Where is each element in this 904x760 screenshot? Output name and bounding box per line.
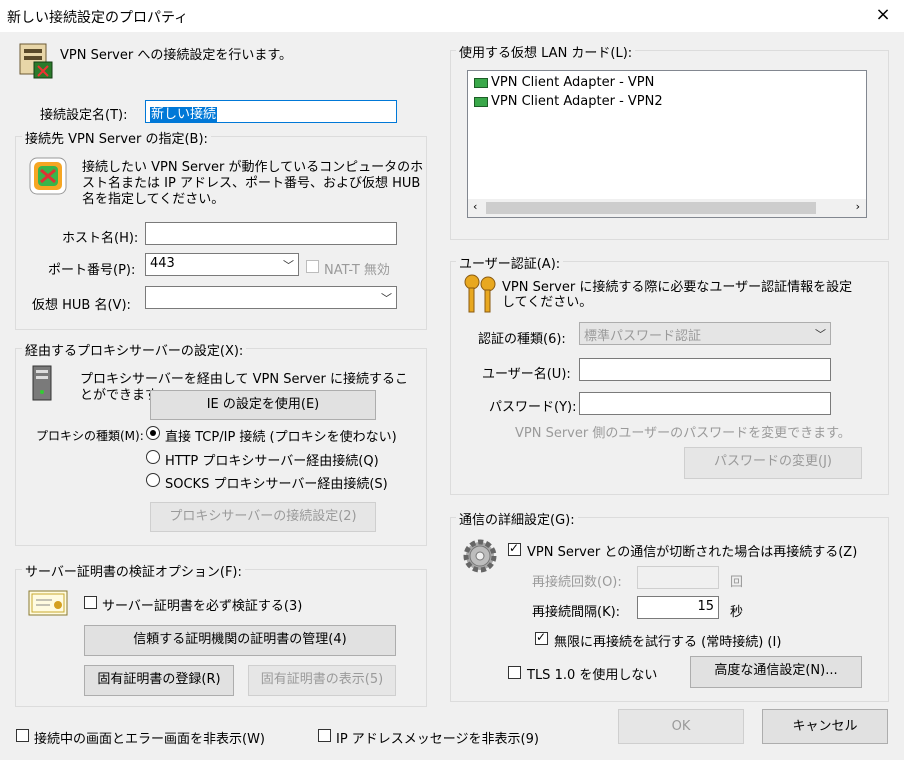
tls10-label: TLS 1.0 を使用しない — [527, 668, 658, 683]
certificate-icon — [28, 590, 68, 616]
chevron-down-icon: ﹀ — [283, 259, 294, 272]
connection-icon — [29, 157, 67, 195]
infinite-reconnect-label: 無限に再接続を試行する (常時接続) (I) — [554, 635, 782, 650]
header-text: VPN Server への接続設定を行います。 — [60, 48, 293, 63]
password-label: パスワード(Y): — [489, 400, 577, 415]
host-label: ホスト名(H): — [62, 231, 139, 246]
username-input[interactable] — [579, 358, 831, 381]
reconnect-interval-input[interactable]: 15 — [637, 596, 719, 619]
reconnect-interval-unit: 秒 — [730, 605, 744, 620]
scroll-left-icon[interactable]: ‹ — [473, 200, 477, 213]
proxy-direct-label: 直接 TCP/IP 接続 (プロキシを使わない) — [165, 430, 397, 445]
close-icon[interactable]: × — [872, 4, 894, 26]
proxy-type-label: プロキシの種類(M): — [36, 429, 144, 443]
server-group-title: 接続先 VPN Server の指定(B): — [22, 128, 211, 147]
lan-item[interactable]: VPN Client Adapter - VPN — [474, 75, 654, 90]
lan-group-title: 使用する仮想 LAN カード(L): — [456, 42, 636, 61]
cert-group-title: サーバー証明書の検証オプション(F): — [22, 561, 245, 580]
reconnect-count-label: 再接続回数(O): — [532, 575, 622, 590]
ok-button[interactable]: OK — [618, 709, 744, 744]
show-cert-button[interactable]: 固有証明書の表示(5) — [248, 665, 396, 696]
lan-item[interactable]: VPN Client Adapter - VPN2 — [474, 94, 663, 109]
natt-label: NAT-T 無効 — [324, 263, 390, 278]
auth-type-label: 認証の種類(6): — [478, 332, 566, 347]
proxy-group-title: 経由するプロキシサーバーの設定(X): — [22, 340, 247, 359]
verify-cert-checkbox[interactable] — [84, 596, 97, 609]
title-bar: 新しい接続設定のプロパティ × — [0, 0, 904, 32]
auth-group-title: ユーザー認証(A): — [456, 253, 564, 272]
lan-list[interactable]: VPN Client Adapter - VPN VPN Client Adap… — [467, 70, 867, 218]
verify-cert-label: サーバー証明書を必ず検証する(3) — [102, 599, 303, 614]
hide-ip-label: IP アドレスメッセージを非表示(9) — [336, 732, 539, 747]
chevron-down-icon: ﹀ — [381, 292, 392, 305]
host-input[interactable] — [145, 222, 397, 245]
advanced-settings-button[interactable]: 高度な通信設定(N)... — [690, 656, 862, 688]
reconnect-interval-label: 再接続間隔(K): — [532, 605, 621, 620]
hide-ip-checkbox[interactable] — [318, 729, 331, 742]
proxy-http-label: HTTP プロキシサーバー経由接続(Q) — [165, 454, 379, 469]
proxy-desc-2: とができます — [80, 388, 159, 403]
reconnect-label: VPN Server との通信が切断された場合は再接続する(Z) — [527, 545, 858, 560]
gear-icon — [463, 539, 497, 573]
port-label: ポート番号(P): — [48, 263, 136, 278]
reconnect-count-unit: 回 — [730, 575, 744, 590]
hub-select[interactable]: ﹀ — [145, 286, 397, 309]
scroll-thumb[interactable] — [486, 202, 816, 214]
port-select[interactable]: 443 ﹀ — [145, 253, 299, 276]
manage-ca-button[interactable]: 信頼する証明機関の証明書の管理(4) — [84, 625, 396, 656]
change-password-button[interactable]: パスワードの変更(J) — [684, 447, 862, 479]
proxy-http-radio[interactable] — [146, 450, 160, 464]
window-title: 新しい接続設定のプロパティ — [7, 10, 189, 26]
password-note: VPN Server 側のユーザーのパスワードを変更できます。 — [515, 426, 851, 441]
chevron-down-icon: ﹀ — [815, 328, 826, 341]
tls10-checkbox[interactable] — [508, 666, 521, 679]
natt-checkbox[interactable] — [306, 260, 319, 273]
cancel-button[interactable]: キャンセル — [762, 709, 888, 744]
server-desc-3: 名を指定してください。 — [82, 192, 225, 207]
advanced-group-title: 通信の詳細設定(G): — [456, 509, 578, 528]
server-monitor-icon — [19, 43, 53, 79]
hide-screen-label: 接続中の画面とエラー画面を非表示(W) — [34, 732, 265, 747]
reconnect-checkbox[interactable] — [508, 541, 521, 556]
proxy-socks-label: SOCKS プロキシサーバー経由接続(S) — [165, 477, 388, 492]
register-cert-button[interactable]: 固有証明書の登録(R) — [84, 665, 234, 696]
infinite-reconnect-checkbox[interactable] — [535, 630, 548, 645]
computer-tower-icon — [32, 365, 52, 401]
horizontal-scrollbar[interactable]: ‹ › — [468, 199, 866, 217]
hub-label: 仮想 HUB 名(V): — [32, 298, 131, 313]
network-adapter-icon — [474, 96, 488, 107]
hide-screen-checkbox[interactable] — [16, 729, 29, 742]
proxy-direct-radio[interactable] — [146, 426, 160, 440]
proxy-socks-radio[interactable] — [146, 473, 160, 487]
proxy-settings-button[interactable]: プロキシサーバーの接続設定(2) — [150, 502, 376, 532]
scroll-right-icon[interactable]: › — [856, 200, 860, 213]
conn-name-label: 接続設定名(T): — [40, 108, 128, 123]
auth-type-select[interactable]: 標準パスワード認証 ﹀ — [579, 322, 831, 345]
auth-desc-2: してください。 — [502, 295, 593, 310]
password-input[interactable] — [579, 392, 831, 415]
reconnect-count-input[interactable] — [637, 566, 719, 589]
ie-settings-button[interactable]: IE の設定を使用(E) — [150, 390, 376, 420]
network-adapter-icon — [474, 77, 488, 88]
conn-name-input[interactable]: 新しい接続 — [145, 100, 397, 123]
keys-icon — [464, 274, 496, 313]
username-label: ユーザー名(U): — [482, 367, 571, 382]
